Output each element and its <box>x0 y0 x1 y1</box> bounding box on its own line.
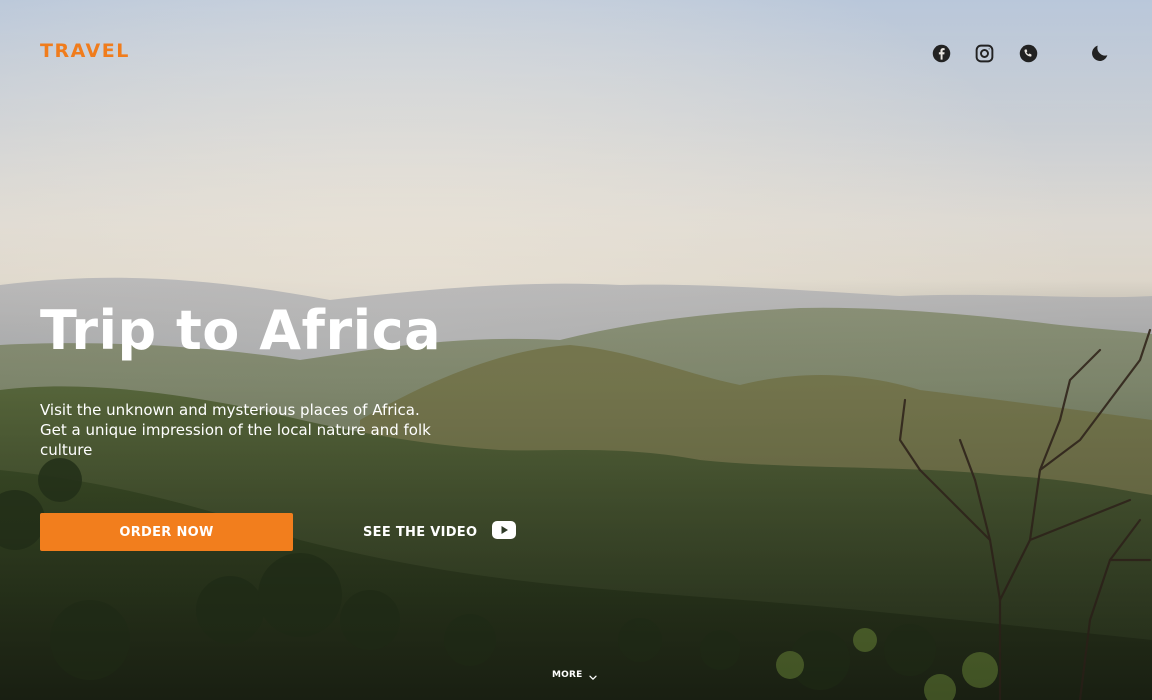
chevron-down-icon <box>588 666 597 685</box>
see-the-video-link[interactable]: SEE THE VIDEO <box>363 519 517 545</box>
instagram-icon[interactable] <box>972 41 996 65</box>
hero-subtitle: Visit the unknown and mysterious places … <box>40 400 470 460</box>
hero-title: Trip to Africa <box>40 299 442 362</box>
brand-logo[interactable]: TRAVEL <box>40 40 130 62</box>
hero-subtitle-line: Get a unique impression of the local nat… <box>40 421 431 439</box>
order-now-button[interactable]: ORDER NOW <box>40 513 293 551</box>
more-scroll-link[interactable]: MORE <box>552 667 597 683</box>
moon-icon[interactable] <box>1088 41 1112 65</box>
see-the-video-label: SEE THE VIDEO <box>363 524 478 540</box>
youtube-play-icon <box>491 520 517 544</box>
hero-subtitle-line: culture <box>40 441 93 459</box>
more-label: MORE <box>552 670 583 680</box>
hero-subtitle-line: Visit the unknown and mysterious places … <box>40 401 420 419</box>
facebook-icon[interactable] <box>929 41 953 65</box>
phone-icon[interactable] <box>1016 41 1040 65</box>
